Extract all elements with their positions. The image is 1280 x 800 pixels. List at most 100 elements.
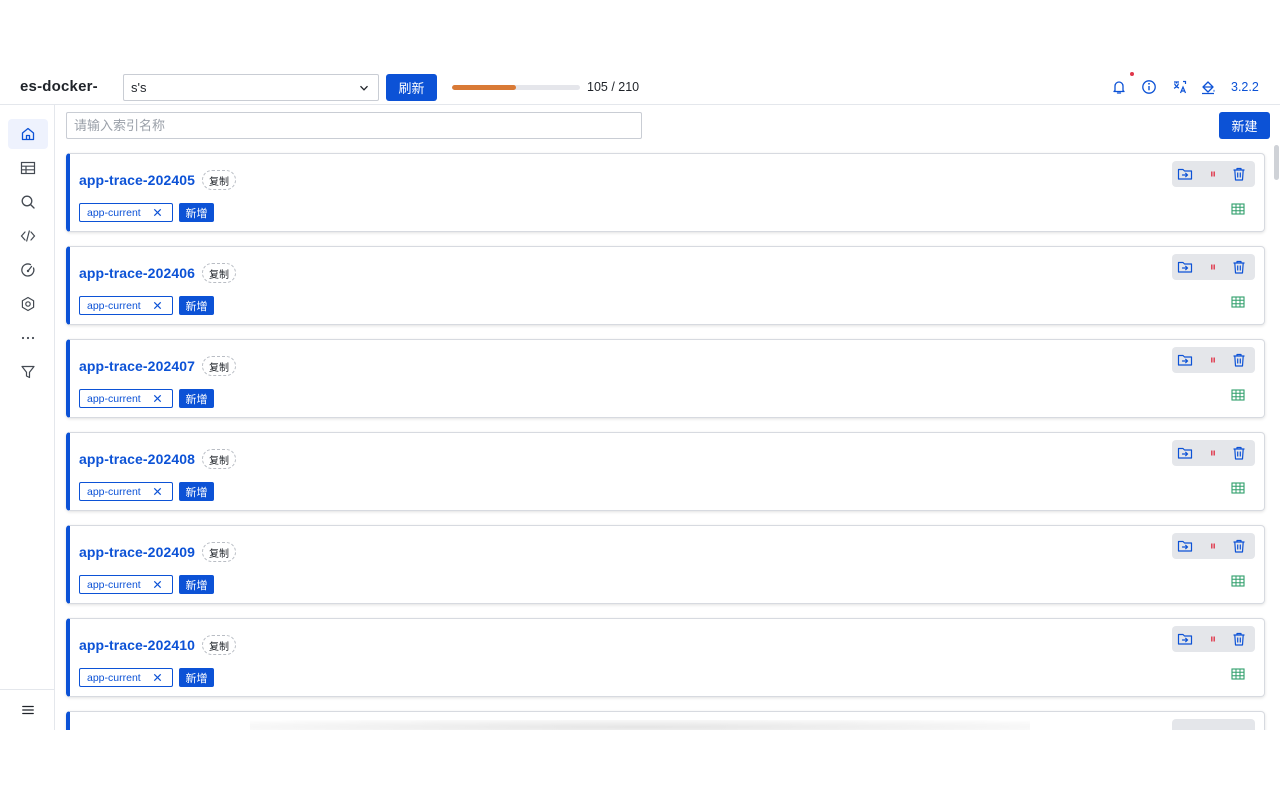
app-title: es-docker- (20, 78, 98, 95)
scrollbar-thumb[interactable] (1274, 145, 1279, 180)
sidebar-item-monitor[interactable] (8, 255, 48, 285)
alias-tag: app-current (79, 482, 173, 501)
new-index-button[interactable]: 新建 (1219, 112, 1270, 139)
card-actions (1172, 626, 1255, 652)
home-icon (21, 127, 35, 141)
close-icon[interactable] (152, 486, 163, 497)
alias-tag: app-current (79, 296, 173, 315)
alias-name: app-current (87, 299, 141, 312)
index-name[interactable]: app-trace-202407 (79, 358, 195, 374)
alias-tag: app-current (79, 668, 173, 687)
settings-hexagon-icon (21, 296, 35, 312)
pause-icon[interactable] (1205, 538, 1221, 554)
index-card: app-trace-202409 复制 app-current 新增 (66, 525, 1265, 604)
add-alias-button[interactable]: 新增 (179, 389, 214, 408)
index-name[interactable]: app-trace-202409 (79, 544, 195, 560)
add-alias-button[interactable]: 新增 (179, 296, 214, 315)
copy-button[interactable]: 复制 (202, 449, 236, 469)
chevron-down-icon (360, 85, 368, 91)
bell-icon[interactable] (1111, 79, 1127, 95)
close-icon[interactable] (152, 672, 163, 683)
version-link[interactable]: 3.2.2 (1231, 80, 1259, 94)
gauge-icon (21, 263, 35, 277)
card-actions (1172, 254, 1255, 280)
folder-move-icon[interactable] (1177, 352, 1193, 368)
index-search-input[interactable] (66, 112, 642, 139)
progress-fill (452, 85, 516, 90)
index-card: app-trace-202408 复制 app-current 新增 (66, 432, 1265, 511)
index-card: app-trace-202410 复制 app-current 新增 (66, 618, 1265, 697)
trash-icon[interactable] (1231, 259, 1247, 275)
add-alias-button[interactable]: 新增 (179, 482, 214, 501)
trash-icon[interactable] (1231, 445, 1247, 461)
refresh-button[interactable]: 刷新 (386, 74, 437, 101)
copy-button[interactable]: 复制 (202, 356, 236, 376)
sidebar-item-search[interactable] (8, 187, 48, 217)
data-table-icon[interactable] (1231, 388, 1245, 402)
data-table-icon[interactable] (1231, 574, 1245, 588)
data-table-icon[interactable] (1231, 667, 1245, 681)
alias-tag: app-current (79, 575, 173, 594)
table-icon (20, 161, 36, 175)
sidebar-item-code[interactable] (8, 221, 48, 251)
progress-text: 105 / 210 (587, 80, 640, 94)
card-actions (1172, 347, 1255, 373)
folder-move-icon[interactable] (1177, 445, 1193, 461)
pause-icon[interactable] (1205, 166, 1221, 182)
app-window: es-docker- s's 刷新 105 / 210 3.2.2 请输入索引名… (0, 70, 1280, 730)
sidebar-item-settings[interactable] (8, 289, 48, 319)
filter-icon (21, 365, 35, 379)
sidebar-item-home[interactable] (8, 119, 48, 149)
folder-move-icon[interactable] (1177, 166, 1193, 182)
add-alias-button[interactable]: 新增 (179, 203, 214, 222)
index-card: app-trace-202406 复制 app-current 新增 (66, 246, 1265, 325)
info-icon[interactable] (1141, 79, 1157, 95)
close-icon[interactable] (152, 207, 163, 218)
alias-name: app-current (87, 392, 141, 405)
trash-icon[interactable] (1231, 352, 1247, 368)
cluster-select[interactable]: s's (123, 74, 379, 101)
sidebar-item-indices[interactable] (8, 153, 48, 183)
pause-icon[interactable] (1205, 631, 1221, 647)
index-name[interactable]: app-trace-202408 (79, 451, 195, 467)
add-alias-button[interactable]: 新增 (179, 575, 214, 594)
sidebar-item-more[interactable] (8, 323, 48, 353)
alias-name: app-current (87, 206, 141, 219)
copy-button[interactable]: 复制 (202, 263, 236, 283)
folder-move-icon[interactable] (1177, 538, 1193, 554)
copy-button[interactable]: 复制 (202, 635, 236, 655)
sidebar (0, 105, 55, 730)
trash-icon[interactable] (1231, 538, 1247, 554)
pause-icon[interactable] (1205, 445, 1221, 461)
notification-dot (1130, 72, 1134, 76)
trash-icon[interactable] (1231, 631, 1247, 647)
search-icon (21, 195, 35, 209)
data-table-icon[interactable] (1231, 295, 1245, 309)
index-name[interactable]: app-trace-202405 (79, 172, 195, 188)
main-content: 新建 app-trace-202405 复制 app-current 新增 (55, 105, 1280, 730)
index-name[interactable]: app-trace-202406 (79, 265, 195, 281)
data-table-icon[interactable] (1231, 202, 1245, 216)
top-bar: es-docker- s's 刷新 105 / 210 3.2.2 (0, 70, 1280, 105)
close-icon[interactable] (152, 579, 163, 590)
pause-icon[interactable] (1205, 352, 1221, 368)
folder-move-icon[interactable] (1177, 259, 1193, 275)
add-alias-button[interactable]: 新增 (179, 668, 214, 687)
folder-move-icon[interactable] (1177, 631, 1193, 647)
copy-button[interactable]: 复制 (202, 542, 236, 562)
sidebar-item-filter[interactable] (8, 357, 48, 387)
card-actions (1172, 440, 1255, 466)
data-table-icon[interactable] (1231, 481, 1245, 495)
close-icon[interactable] (152, 393, 163, 404)
translate-icon[interactable] (1172, 79, 1188, 95)
theme-bucket-icon[interactable] (1200, 79, 1216, 95)
copy-button[interactable]: 复制 (202, 170, 236, 190)
alias-tag: app-current (79, 389, 173, 408)
index-name[interactable]: app-trace-202410 (79, 637, 195, 653)
card-actions (1172, 719, 1255, 730)
close-icon[interactable] (152, 300, 163, 311)
pause-icon[interactable] (1205, 259, 1221, 275)
sidebar-collapse-toggle[interactable] (0, 689, 55, 730)
trash-icon[interactable] (1231, 166, 1247, 182)
code-icon (20, 230, 36, 242)
